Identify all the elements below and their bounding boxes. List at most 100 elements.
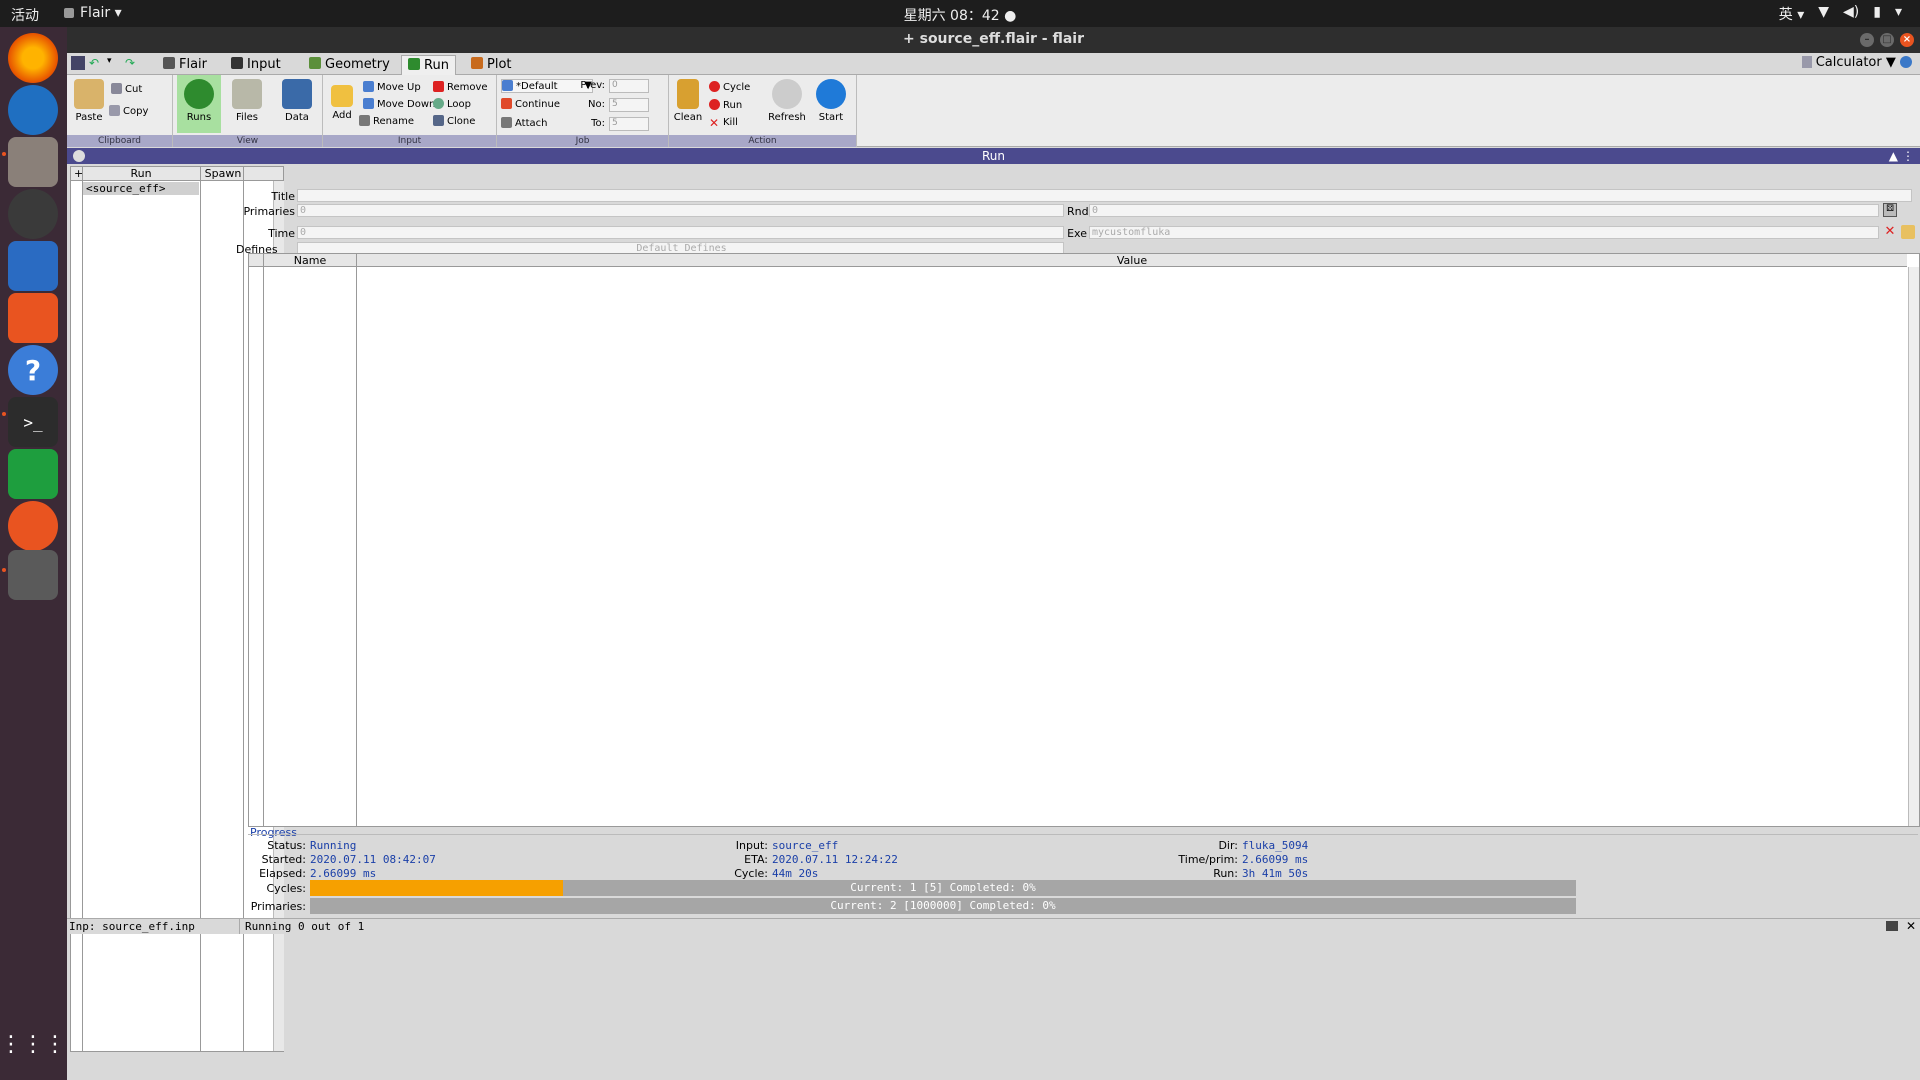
tools-icon[interactable]: ✕ (1906, 919, 1916, 933)
time-field[interactable]: 0 (297, 226, 1064, 239)
folder-icon[interactable] (1901, 225, 1915, 239)
save-icon[interactable] (71, 56, 85, 70)
files-label: Files (236, 112, 258, 123)
rhythmbox-icon[interactable] (8, 189, 58, 239)
writer-icon[interactable] (8, 241, 58, 291)
defines-table[interactable]: Name Value (248, 253, 1920, 827)
panel-title: Run ▲ ⋮ (67, 148, 1920, 164)
show-apps-icon[interactable]: ⋮⋮⋮ (0, 1019, 66, 1069)
help-icon[interactable] (1900, 56, 1912, 68)
panel-title-label: Run (981, 149, 1005, 163)
paste-button[interactable]: Paste (67, 79, 111, 123)
tab-plot[interactable]: Plot (465, 55, 518, 75)
attach-icon (501, 117, 512, 128)
run-stop-button[interactable]: Run (709, 99, 742, 111)
undo-icon[interactable]: ↶ (89, 56, 103, 70)
maximize-button[interactable]: □ (1880, 33, 1894, 47)
clock[interactable]: 星期六 08：42 ● (0, 5, 1920, 25)
help-icon[interactable]: ? (8, 345, 58, 395)
kill-button[interactable]: ✕ Kill (709, 117, 738, 129)
refresh-button[interactable]: Refresh (765, 79, 809, 123)
flair-app-icon[interactable] (8, 550, 58, 600)
cut-label: Cut (125, 84, 143, 95)
job-group: *Default ▼ Continue Attach Prev: 0 No: 5 … (497, 75, 669, 147)
panel-grip-icon[interactable]: ⋮ (1902, 148, 1914, 164)
primaries-field[interactable]: 0 (297, 204, 1064, 217)
name-column-header[interactable]: Name (264, 254, 356, 267)
start-button[interactable]: Start (809, 79, 853, 123)
terminal-icon[interactable] (1886, 921, 1898, 931)
attach-button[interactable]: Attach (501, 117, 547, 129)
eta-value: 2020.07.11 12:24:22 (772, 853, 898, 866)
clone-button[interactable]: Clone (433, 115, 475, 127)
tab-run[interactable]: Run (401, 55, 456, 75)
remove-button[interactable]: Remove (433, 81, 488, 93)
system-menu-chevron-icon[interactable]: ▾ (1895, 4, 1902, 24)
run-label: Run (723, 100, 743, 111)
title-field[interactable] (297, 189, 1912, 202)
clear-exe-icon[interactable]: ✕ (1883, 225, 1897, 239)
remove-icon (433, 81, 444, 92)
rename-button[interactable]: Rename (359, 115, 414, 127)
loop-icon (433, 98, 444, 109)
move-down-button[interactable]: Move Down (363, 98, 435, 110)
calc-spreadsheet-icon[interactable] (8, 449, 58, 499)
value-column-header[interactable]: Value (357, 254, 1907, 267)
redo-icon[interactable]: ↷ (125, 56, 139, 70)
list-item[interactable]: <source_eff> (83, 182, 199, 195)
files-button[interactable]: Files (225, 79, 269, 123)
close-button[interactable]: × (1900, 33, 1914, 47)
rnd-field[interactable]: 0 (1089, 204, 1879, 217)
spawn-column-header[interactable]: Spawn (203, 167, 243, 180)
exe-field[interactable]: mycustomfluka (1089, 226, 1879, 239)
data-label: Data (285, 112, 309, 123)
cycles-progress-text: Current: 1 [5] Completed: 0% (850, 881, 1036, 894)
clipboard-group-label: Clipboard (67, 135, 172, 147)
continue-button[interactable]: Continue (501, 98, 560, 110)
warning-icon[interactable]: ▲ (1889, 148, 1898, 164)
files-icon[interactable] (8, 137, 58, 187)
firefox-icon[interactable] (8, 33, 58, 83)
wifi-icon[interactable]: ▼ (1818, 4, 1829, 24)
add-button[interactable]: Add (323, 79, 361, 121)
tab-geometry[interactable]: Geometry (303, 55, 396, 75)
no-spinbox[interactable]: 5 (609, 98, 649, 112)
thunderbird-icon[interactable] (8, 85, 58, 135)
copy-button[interactable]: Copy (109, 105, 148, 117)
exe-label: Exe (1067, 227, 1087, 240)
paste-icon (74, 79, 104, 109)
time-prim-label: Time/prim: (1178, 853, 1238, 866)
prev-spinbox[interactable]: 0 (609, 79, 649, 93)
volume-icon[interactable]: ◀) (1843, 4, 1859, 24)
panel-menu-icon[interactable] (73, 150, 85, 162)
cut-icon (111, 83, 122, 94)
runs-button[interactable]: Runs (177, 75, 221, 133)
queue-label: *Default (516, 81, 558, 92)
cycle-stop-button[interactable]: Cycle (709, 81, 750, 93)
start-label: Start (818, 112, 844, 123)
to-spinbox[interactable]: 5 (609, 117, 649, 131)
files-icon (232, 79, 262, 109)
ime-indicator[interactable]: 英 ▾ (1779, 4, 1804, 24)
ubuntu-icon[interactable] (8, 501, 58, 551)
tab-input[interactable]: Input (225, 55, 287, 75)
clean-button[interactable]: Clean (669, 79, 707, 123)
calculator-icon (1801, 56, 1812, 68)
clone-icon (433, 115, 444, 126)
tab-flair[interactable]: Flair (157, 55, 213, 75)
loop-button[interactable]: Loop (433, 98, 471, 110)
software-center-icon[interactable] (8, 293, 58, 343)
calculator-dropdown[interactable]: Calculator ▼ (1801, 55, 1912, 70)
scrollbar[interactable] (1908, 267, 1919, 826)
cut-button[interactable]: Cut (111, 83, 142, 95)
data-button[interactable]: Data (275, 79, 319, 123)
undo-dropdown-icon[interactable]: ▾ (107, 56, 121, 70)
minimize-button[interactable]: – (1860, 33, 1874, 47)
tab-bar: ↶ ▾ ↷ Flair Input Geometry Run Plot Calc… (67, 53, 1920, 75)
battery-icon[interactable]: ▮ (1873, 4, 1881, 24)
dice-icon[interactable]: ⚄ (1883, 203, 1897, 217)
progress-label: Progress (250, 826, 297, 839)
terminal-icon[interactable]: >_ (8, 397, 58, 447)
run-column-header[interactable]: Run (83, 167, 199, 180)
move-up-button[interactable]: Move Up (363, 81, 421, 93)
